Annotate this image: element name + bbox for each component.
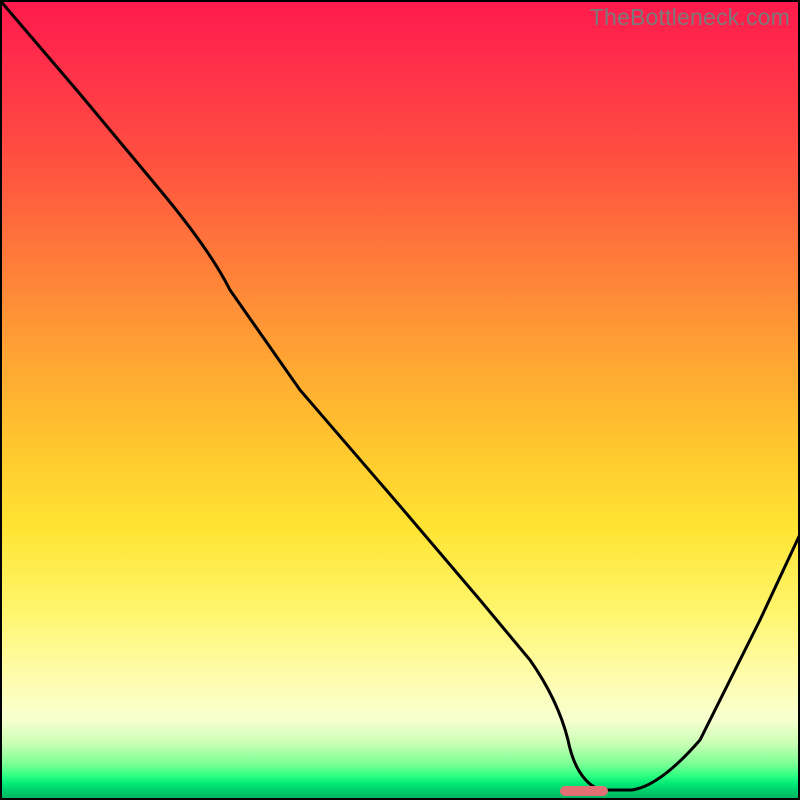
curve-line — [0, 0, 800, 800]
highlight-marker — [560, 786, 608, 796]
watermark-text: TheBottleneck.com — [590, 4, 790, 31]
chart-canvas: TheBottleneck.com — [0, 0, 800, 800]
curve-path — [0, 0, 800, 790]
